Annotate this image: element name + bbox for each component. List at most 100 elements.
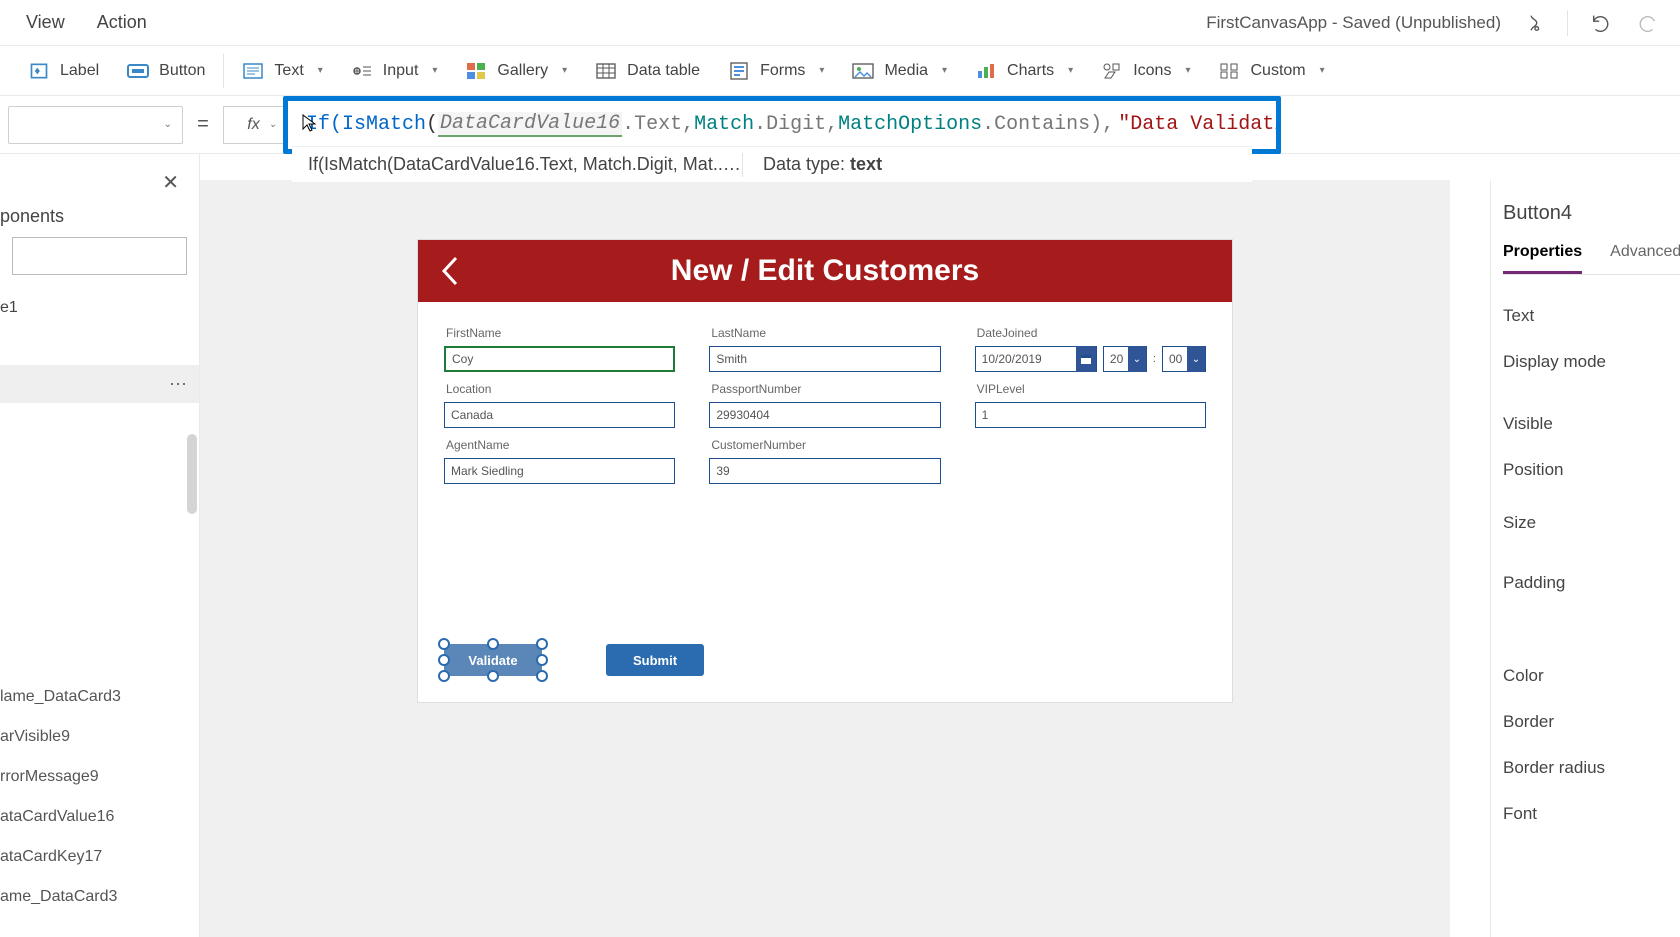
media-icon <box>852 60 874 82</box>
input-icon <box>351 60 373 82</box>
chevron-down-icon: ⌄ <box>1187 346 1205 372</box>
selection-handle[interactable] <box>438 638 450 650</box>
select-hour[interactable]: 20⌄ <box>1103 346 1147 372</box>
input-location[interactable]: Canada <box>444 402 675 428</box>
field-passport: PassportNumber 29930404 <box>709 378 940 428</box>
selection-handle[interactable] <box>536 638 548 650</box>
back-icon[interactable] <box>438 254 460 288</box>
insert-text-button[interactable]: Text▾ <box>240 56 324 86</box>
tree-item[interactable]: rrorMessage9 <box>0 757 199 797</box>
validate-button[interactable]: Validate <box>444 644 542 676</box>
prop-row-borderradius[interactable]: Border radius <box>1503 745 1680 791</box>
insert-ribbon: Label Button Text▾ Input▾ Gallery▾ <box>0 46 1680 96</box>
app-checker-icon[interactable] <box>1521 10 1547 36</box>
cursor-icon <box>302 114 316 132</box>
input-passport[interactable]: 29930404 <box>709 402 940 428</box>
charts-icon <box>975 60 997 82</box>
property-selector[interactable]: ⌄ <box>8 106 183 144</box>
insert-icons-label: Icons <box>1133 62 1171 80</box>
prop-row-visible[interactable]: Visible <box>1503 401 1680 447</box>
tree-item[interactable]: arVisible9 <box>0 717 199 757</box>
prop-row-border[interactable]: Border <box>1503 699 1680 745</box>
tree-item[interactable]: ataCardKey17 <box>0 837 199 877</box>
tree-item[interactable]: ame_DataCard3 <box>0 877 199 917</box>
redo-icon[interactable] <box>1634 10 1660 36</box>
chevron-down-icon: ▾ <box>562 65 567 76</box>
selection-handle[interactable] <box>536 654 548 666</box>
prop-row-padding[interactable]: Padding <box>1503 553 1680 613</box>
field-customerno: CustomerNumber 39 <box>709 434 940 484</box>
insert-datatable-button[interactable]: Data table <box>593 56 702 86</box>
insert-button-text: Button <box>159 62 205 80</box>
chevron-down-icon: ▾ <box>1320 65 1325 76</box>
insert-icons-button[interactable]: Icons ▾ <box>1099 56 1192 86</box>
menu-view[interactable]: View <box>10 0 81 45</box>
chevron-down-icon: ▾ <box>1185 65 1190 76</box>
prop-row-font[interactable]: Font <box>1503 791 1680 837</box>
selection-handle[interactable] <box>487 638 499 650</box>
selection-handle[interactable] <box>438 654 450 666</box>
selection-handle[interactable] <box>487 670 499 682</box>
formula-token: MatchOptions <box>838 113 982 136</box>
insert-button-button[interactable]: Button <box>125 56 207 86</box>
undo-icon[interactable] <box>1588 10 1614 36</box>
prop-row-size[interactable]: Size <box>1503 493 1680 553</box>
insert-datatable-label: Data table <box>627 62 700 80</box>
tree-item[interactable]: ataCardValue16 <box>0 797 199 837</box>
select-minute[interactable]: 00⌄ <box>1162 346 1206 372</box>
insert-gallery-button[interactable]: Gallery ▾ <box>463 56 569 86</box>
input-firstname[interactable]: Coy <box>444 346 675 372</box>
chevron-down-icon: ▾ <box>432 65 437 76</box>
selection-handle[interactable] <box>438 670 450 682</box>
selection-handle[interactable] <box>536 670 548 682</box>
tree-search-input[interactable] <box>12 237 187 275</box>
input-lastname[interactable]: Smith <box>709 346 940 372</box>
close-icon[interactable]: ✕ <box>162 170 179 195</box>
prop-row-text[interactable]: Text <box>1503 293 1680 339</box>
tree-item[interactable]: lame_DataCard3 <box>0 677 199 717</box>
prop-row-displaymode[interactable]: Display mode <box>1503 339 1680 385</box>
tree-item[interactable]: e1 <box>0 289 199 327</box>
formula-token: DataCardValue16 <box>438 112 622 137</box>
insert-media-label: Media <box>884 62 928 80</box>
formula-token: .Contains), <box>982 113 1114 136</box>
tab-properties[interactable]: Properties <box>1503 243 1582 274</box>
prop-row-position[interactable]: Position <box>1503 447 1680 493</box>
icons-icon <box>1101 60 1123 82</box>
submit-button[interactable]: Submit <box>606 644 704 676</box>
canvas-area[interactable]: New / Edit Customers FirstName Coy LastN… <box>200 180 1450 937</box>
formula-input[interactable]: If(IsMatch(DataCardValue16.Text, Match.D… <box>283 96 1281 154</box>
tree-item[interactable] <box>0 327 199 365</box>
app-title: FirstCanvasApp - Saved (Unpublished) <box>1206 13 1501 33</box>
formula-datatype-label: Data type: <box>763 154 850 174</box>
scrollbar[interactable] <box>187 434 197 514</box>
button-icon <box>127 60 149 82</box>
insert-custom-button[interactable]: Custom▾ <box>1216 56 1326 86</box>
menu-action[interactable]: Action <box>81 0 163 45</box>
input-agent[interactable]: Mark Siedling <box>444 458 675 484</box>
insert-text-label: Text <box>274 62 303 80</box>
insert-label-text: Label <box>60 62 99 80</box>
input-vip[interactable]: 1 <box>975 402 1206 428</box>
fx-button[interactable]: fx⌄ <box>223 106 283 144</box>
tab-advanced[interactable]: Advanced <box>1610 243 1680 274</box>
forms-icon <box>728 60 750 82</box>
field-firstname: FirstName Coy <box>444 322 675 372</box>
insert-input-label: Input <box>383 62 419 80</box>
prop-row-color[interactable]: Color <box>1503 653 1680 699</box>
calendar-icon[interactable] <box>1076 346 1096 372</box>
insert-media-button[interactable]: Media▾ <box>850 56 949 86</box>
app-frame: New / Edit Customers FirstName Coy LastN… <box>418 240 1232 702</box>
insert-forms-button[interactable]: Forms▾ <box>726 56 826 86</box>
formula-token: ( <box>426 113 438 136</box>
tree-item-selected[interactable] <box>0 365 199 403</box>
input-date[interactable]: 10/20/2019 <box>975 346 1097 372</box>
insert-label-button[interactable]: Label <box>26 56 101 86</box>
input-customerno[interactable]: 39 <box>709 458 940 484</box>
tree-lower-list: lame_DataCard3 arVisible9 rrorMessage9 a… <box>0 677 199 917</box>
custom-icon <box>1218 60 1240 82</box>
formula-datatype: text <box>850 154 882 174</box>
insert-charts-button[interactable]: Charts▾ <box>973 56 1075 86</box>
insert-input-button[interactable]: Input ▾ <box>349 56 440 86</box>
insert-gallery-label: Gallery <box>497 62 548 80</box>
